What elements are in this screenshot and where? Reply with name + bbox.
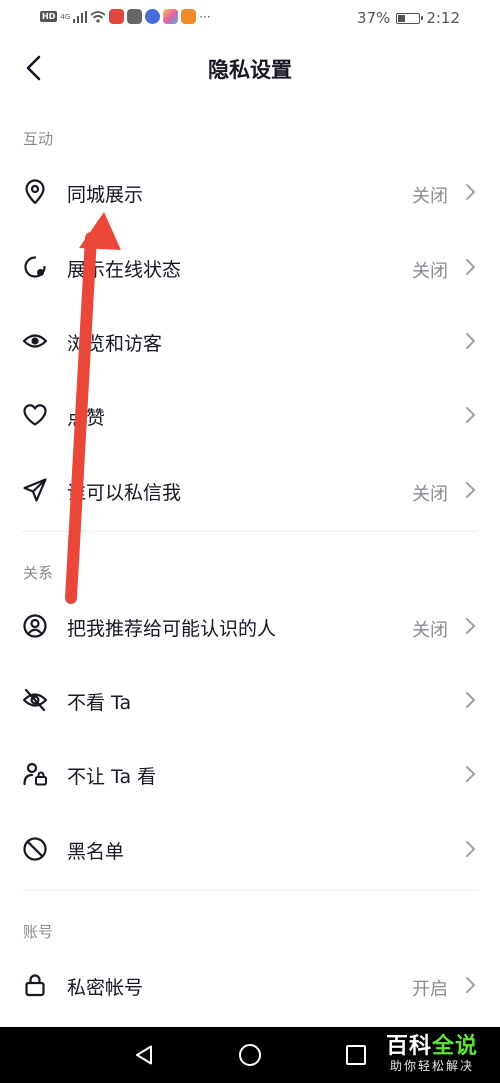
triangle-back-icon [136, 1045, 152, 1065]
row-value: 关闭 [412, 186, 448, 207]
setting-row-private-account[interactable]: 私密帐号 开启 [0, 947, 500, 1021]
nav-recents-button[interactable] [342, 1041, 370, 1069]
setting-row-online-status[interactable]: 展示在线状态 关闭 [0, 229, 500, 303]
chevron-right-icon [466, 482, 475, 498]
chevron-right-icon [466, 977, 475, 993]
header: 隐私设置 [0, 36, 500, 102]
square-recents-icon [346, 1045, 366, 1065]
status-bar: HD 4G ··· 37% 2:12 [0, 0, 500, 36]
section-divider [22, 531, 478, 532]
setting-row-local-display[interactable]: 同城展示 关闭 [0, 154, 500, 228]
user-circle-icon [23, 614, 47, 638]
heart-icon [23, 404, 47, 426]
app-notification-icon [181, 9, 197, 24]
row-label: 把我推荐给可能认识的人 [67, 618, 277, 640]
chevron-right-icon [466, 766, 475, 782]
chevron-right-icon [466, 333, 475, 349]
online-status-icon [24, 256, 46, 278]
status-left: HD 4G ··· [40, 9, 211, 24]
watermark-title-green: 全说 [432, 1034, 479, 1059]
row-label: 不看 Ta [67, 692, 132, 714]
row-label: 不让 Ta 看 [67, 766, 157, 788]
section-label-interaction: 互动 [23, 130, 54, 148]
music-app-icon [145, 9, 161, 24]
row-value: 开启 [412, 979, 448, 1000]
chevron-right-icon [466, 841, 475, 857]
watermark-subtitle: 助你轻松解决 [389, 1059, 474, 1073]
section-label-relationship: 关系 [23, 564, 54, 582]
lock-icon [25, 974, 45, 997]
section-divider [22, 890, 478, 891]
signal-icon [73, 10, 88, 23]
row-value: 关闭 [412, 484, 448, 505]
watermark-title: 百科全说 [376, 1028, 488, 1060]
row-label: 展示在线状态 [67, 259, 182, 281]
watermark-title-white: 百科 [385, 1034, 432, 1059]
nav-back-button[interactable] [130, 1041, 158, 1069]
more-notifications: ··· [199, 9, 211, 24]
row-label: 黑名单 [67, 841, 125, 863]
row-value: 关闭 [412, 261, 448, 282]
battery-fill [398, 14, 406, 22]
system-nav-bar: 百科全说 助你轻松解决 [0, 1027, 500, 1083]
wifi-icon [90, 10, 106, 23]
row-label: 浏览和访客 [67, 333, 163, 355]
eye-icon [22, 334, 48, 348]
page-title: 隐私设置 [208, 58, 292, 82]
row-label: 点赞 [67, 407, 106, 429]
app-notification-icon [127, 9, 143, 24]
app-notification-icon [163, 9, 179, 24]
section-label-account: 账号 [23, 923, 54, 941]
paper-plane-icon [23, 478, 47, 502]
setting-row-hide-my-posts[interactable]: 不让 Ta 看 [0, 736, 500, 810]
row-label: 同城展示 [67, 184, 144, 206]
status-right: 37% 2:12 [357, 9, 460, 27]
row-label: 私密帐号 [67, 977, 144, 999]
network-type: 4G [60, 12, 71, 21]
chevron-right-icon [466, 618, 475, 634]
app-notification-icon [109, 9, 125, 24]
setting-row-views-visitors[interactable]: 浏览和访客 [0, 303, 500, 377]
hd-badge: HD [40, 11, 58, 22]
watermark-logo: 百科全说 助你轻松解决 [376, 1027, 488, 1081]
chevron-right-icon [466, 692, 475, 708]
user-lock-icon [23, 762, 47, 786]
chevron-right-icon [466, 259, 475, 275]
setting-row-recommend-me[interactable]: 把我推荐给可能认识的人 关闭 [0, 588, 500, 662]
chevron-right-icon [466, 407, 475, 423]
setting-row-hide-their-posts[interactable]: 不看 Ta [0, 662, 500, 736]
setting-row-blacklist[interactable]: 黑名单 [0, 811, 500, 885]
battery-icon [396, 12, 424, 24]
row-label: 谁可以私信我 [67, 482, 182, 504]
row-value: 关闭 [412, 620, 448, 641]
eye-off-icon [22, 688, 48, 712]
location-pin-icon [25, 179, 45, 205]
setting-row-direct-messages[interactable]: 谁可以私信我 关闭 [0, 452, 500, 526]
block-icon [23, 837, 47, 861]
setting-row-likes[interactable]: 点赞 [0, 377, 500, 451]
chevron-right-icon [466, 184, 475, 200]
circle-home-icon [239, 1044, 261, 1066]
nav-home-button[interactable] [236, 1041, 264, 1069]
battery-percent: 37% [356, 9, 391, 27]
clock: 2:12 [426, 9, 460, 27]
